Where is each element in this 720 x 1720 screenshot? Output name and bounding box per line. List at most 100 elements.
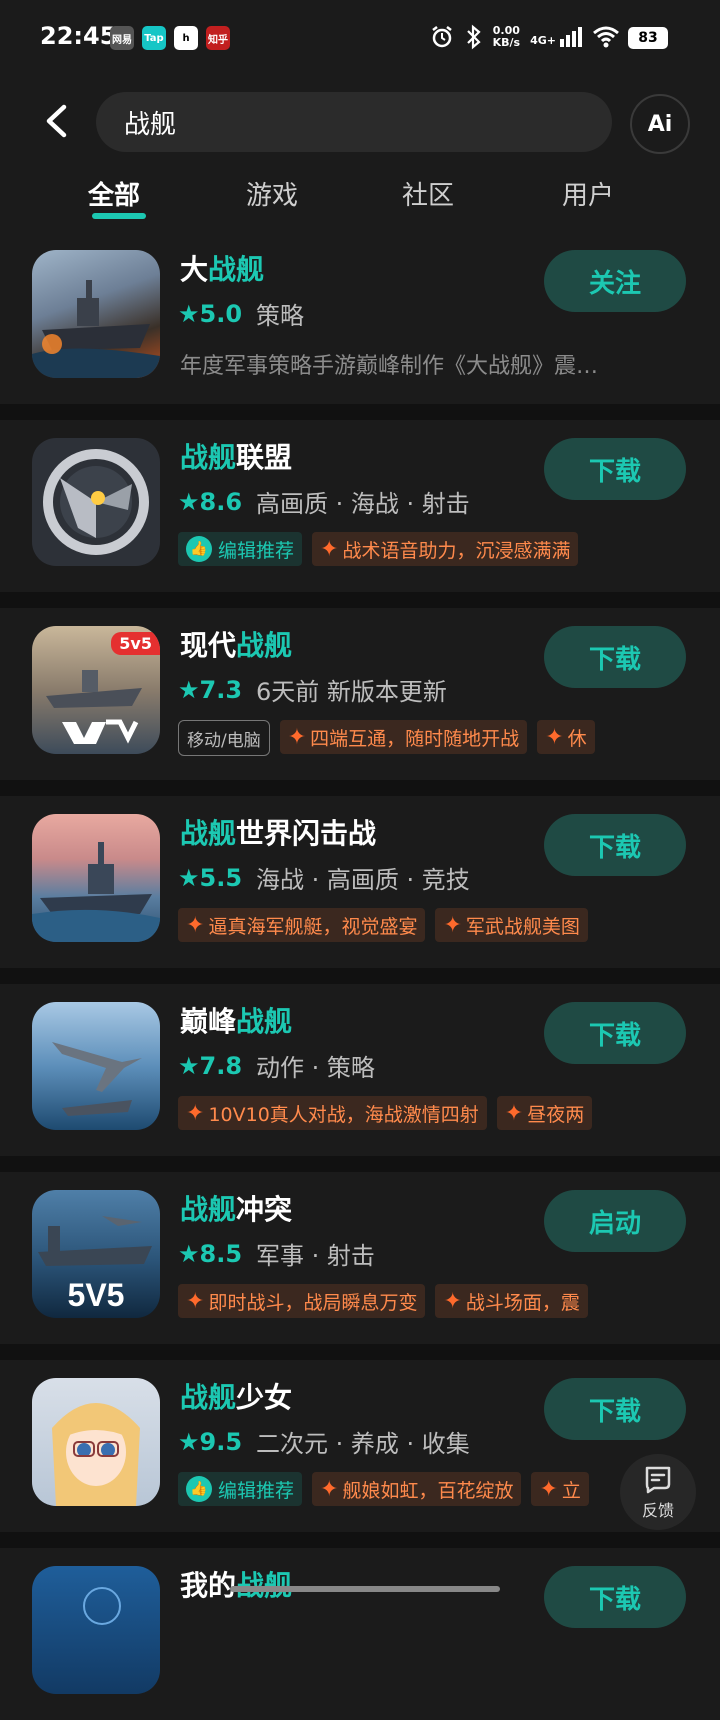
taptap-app-icon: Tap — [142, 26, 166, 50]
list-item[interactable]: 5V5 战舰冲突 ★8.5 军事 · 射击 ✦ 即时战斗，战局瞬息万变 ✦ 战斗场面，… — [0, 1172, 720, 1344]
h-app-icon: h — [174, 26, 198, 50]
rating: ★5.0 — [178, 299, 243, 328]
back-arrow-icon[interactable] — [44, 104, 68, 138]
divider — [0, 1344, 720, 1360]
list-item[interactable]: 我的战舰 下载 — [0, 1548, 720, 1720]
follow-button[interactable]: 关注 — [544, 250, 686, 312]
mode-badge: 5v5 — [111, 632, 160, 655]
feature-tag[interactable]: ✦ 休 — [537, 720, 595, 754]
download-button[interactable]: 下载 — [544, 626, 686, 688]
feedback-icon — [645, 1466, 671, 1494]
thumbs-up-icon: 👍 — [186, 536, 212, 562]
game-title[interactable]: 巅峰战舰 — [180, 1000, 292, 1040]
launch-button[interactable]: 启动 — [544, 1190, 686, 1252]
feature-tag[interactable]: ✦ 军武战舰美图 — [435, 908, 588, 942]
game-icon[interactable] — [32, 814, 160, 942]
game-icon[interactable] — [32, 1566, 160, 1694]
game-icon[interactable] — [32, 1378, 160, 1506]
game-title[interactable]: 战舰联盟 — [180, 436, 292, 476]
sparkle-icon: ✦ — [443, 912, 462, 938]
list-item[interactable]: 战舰少女 ★9.5 二次元 · 养成 · 收集 👍 编辑推荐 ✦ 舰娘如虹，百花绽放 … — [0, 1360, 720, 1532]
game-title[interactable]: 我的战舰 — [180, 1564, 292, 1604]
sparkle-icon: ✦ — [186, 1100, 205, 1126]
tab-users[interactable]: 用户 — [562, 175, 614, 212]
sparkle-icon: ✦ — [320, 536, 339, 562]
status-indicators: 0.00 KB/s 4G+ — [429, 24, 620, 50]
game-meta: ★8.6 高画质 · 海战 · 射击 — [178, 487, 470, 519]
feedback-button[interactable]: 反馈 — [620, 1454, 696, 1530]
game-icon[interactable] — [32, 1002, 160, 1130]
editor-pick-tag[interactable]: 👍 编辑推荐 — [178, 1472, 303, 1506]
feature-tag[interactable]: ✦ 四端互通，随时随地开战 — [279, 720, 528, 754]
game-meta: ★5.5 海战 · 高画质 · 竞技 — [178, 863, 470, 895]
cell-signal-icon: 4G+ — [530, 27, 582, 47]
feature-tag[interactable]: ✦ 战斗场面，震 — [435, 1284, 588, 1318]
divider — [0, 404, 720, 420]
game-title[interactable]: 现代战舰 — [180, 624, 292, 664]
list-item[interactable]: 巅峰战舰 ★7.8 动作 · 策略 ✦ 10V10真人对战，海战激情四射 ✦ 昼夜两 … — [0, 984, 720, 1156]
download-button[interactable]: 下载 — [544, 1566, 686, 1628]
result-tabs: 全部 游戏 社区 用户 — [0, 175, 720, 225]
game-meta: ★8.5 军事 · 射击 — [178, 1239, 375, 1271]
feature-tag[interactable]: ✦ 即时战斗，战局瞬息万变 — [178, 1284, 426, 1318]
platform-tag[interactable]: 移动/电脑 — [178, 720, 270, 756]
ai-button[interactable]: Ai — [630, 94, 690, 154]
game-icon[interactable] — [32, 438, 160, 566]
tag-row: ✦ 10V10真人对战，海战激情四射 ✦ 昼夜两 — [178, 1096, 658, 1134]
game-title[interactable]: 战舰冲突 — [180, 1188, 292, 1228]
thumbs-up-icon: 👍 — [186, 1476, 212, 1502]
download-button[interactable]: 下载 — [544, 1378, 686, 1440]
rating: ★7.3 — [178, 675, 243, 704]
game-title[interactable]: 战舰世界闪击战 — [180, 812, 376, 852]
home-indicator[interactable] — [230, 1586, 500, 1592]
feature-tag[interactable]: ✦ 逼真海军舰艇，视觉盛宴 — [178, 908, 426, 942]
feature-tag[interactable]: ✦ 舰娘如虹，百花绽放 — [312, 1472, 522, 1506]
divider — [0, 592, 720, 608]
status-bar: 22:45 网易 Tap h 知乎 0.00 KB/s 4G+ 83 — [0, 0, 720, 80]
notification-icons: 网易 Tap h 知乎 — [110, 26, 230, 50]
tab-community[interactable]: 社区 — [402, 175, 454, 212]
feature-tag[interactable]: ✦ 10V10真人对战，海战激情四射 — [178, 1096, 487, 1130]
sparkle-icon: ✦ — [539, 1476, 558, 1502]
battery-indicator: 83 — [628, 27, 668, 49]
search-input[interactable] — [96, 106, 586, 138]
game-icon[interactable]: 5v5 — [32, 626, 160, 754]
feedback-label: 反馈 — [641, 1501, 674, 1520]
rating: ★8.5 — [178, 1239, 243, 1268]
sparkle-icon: ✦ — [443, 1288, 462, 1314]
rating: ★8.6 — [178, 487, 243, 516]
netease-app-icon: 网易 — [110, 26, 134, 50]
download-button[interactable]: 下载 — [544, 438, 686, 500]
sparkle-icon: ✦ — [186, 912, 205, 938]
sparkle-icon: ✦ — [504, 1100, 524, 1126]
tab-games[interactable]: 游戏 — [246, 175, 298, 212]
feature-tag[interactable]: ✦ 昼夜两 — [496, 1096, 593, 1130]
list-item[interactable]: 战舰联盟 ★8.6 高画质 · 海战 · 射击 👍 编辑推荐 ✦ 战术语音助力，沉浸感… — [0, 420, 720, 592]
game-description: 年度军事策略手游巅峰制作《大战舰》震… — [180, 354, 599, 379]
rating: ★5.5 — [178, 863, 243, 892]
game-icon[interactable]: 5V5 — [32, 1190, 160, 1318]
feature-tag[interactable]: ✦ 立 — [531, 1472, 589, 1506]
list-item[interactable]: 战舰世界闪击战 ★5.5 海战 · 高画质 · 竞技 ✦ 逼真海军舰艇，视觉盛宴 ✦… — [0, 796, 720, 968]
tag-row: ✦ 逼真海军舰艇，视觉盛宴 ✦ 军武战舰美图 — [178, 908, 658, 946]
editor-pick-tag[interactable]: 👍 编辑推荐 — [178, 532, 303, 566]
sparkle-icon: ✦ — [320, 1476, 339, 1502]
rating: ★7.8 — [178, 1051, 243, 1080]
download-button[interactable]: 下载 — [544, 1002, 686, 1064]
list-item[interactable]: 5v5 现代战舰 ★7.3 6天前 新版本更新 移动/电脑 ✦ 四端互通，随时随地开… — [0, 608, 720, 780]
net-speed: 0.00 KB/s — [492, 24, 521, 49]
game-icon[interactable] — [32, 250, 160, 378]
game-title[interactable]: 战舰少女 — [180, 1376, 292, 1416]
tab-all[interactable]: 全部 — [88, 175, 140, 212]
search-box[interactable] — [96, 92, 612, 152]
game-title[interactable]: 大战舰 — [180, 248, 264, 288]
clock: 22:45 — [40, 22, 117, 50]
active-tab-indicator — [92, 213, 146, 219]
list-item[interactable]: 大战舰 ★5.0 策略 年度军事策略手游巅峰制作《大战舰》震… 关注 — [0, 232, 720, 404]
download-button[interactable]: 下载 — [544, 814, 686, 876]
sparkle-icon: ✦ — [287, 724, 307, 750]
game-meta: ★5.0 策略 — [178, 299, 305, 331]
feature-tag[interactable]: ✦ 战术语音助力，沉浸感满满 — [312, 532, 579, 566]
zhihu-app-icon: 知乎 — [206, 26, 230, 50]
game-meta: ★7.3 6天前 新版本更新 — [178, 675, 447, 707]
